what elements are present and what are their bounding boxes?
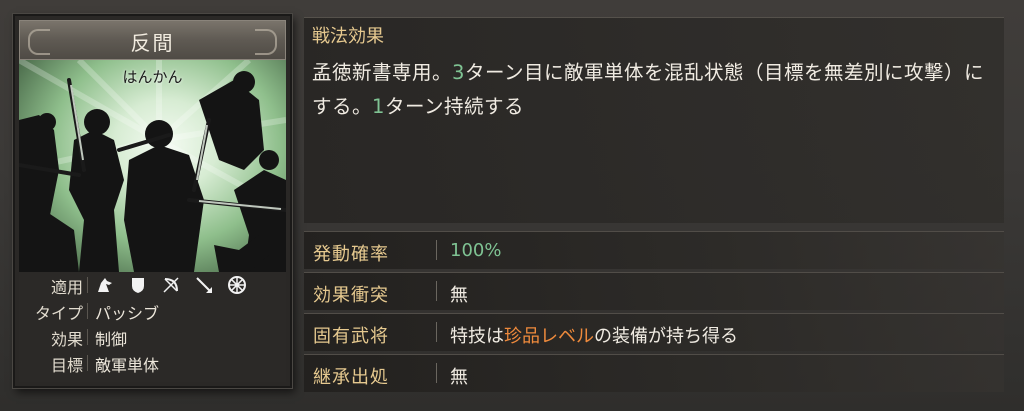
target-label: 目標 [50,356,83,375]
inheritance-source-label: 継承出処 [313,367,389,388]
warriors-silhouette-illustration [19,60,286,272]
inheritance-source-value: 無 [450,367,468,388]
divider [87,355,88,371]
divider [436,240,437,260]
activation-rate-label: 発動確率 [313,244,389,265]
duration-number: 1 [372,95,385,118]
divider [87,329,88,345]
info-row-effect: 効果 制御 [19,326,286,349]
skill-effect-panel: 戦法効果 孟徳新書専用。3ターン目に敵軍単体を混乱状態（目標を無差別に攻撃）にす… [304,17,1004,223]
card-title-banner: 反間 [19,20,286,60]
description-text: ターン持続する [384,95,524,118]
spear-icon [194,275,214,295]
stat-row-activation-rate: 発動確率 100% [304,231,1004,269]
divider [436,322,437,342]
info-row-type: タイプ パッシブ [19,300,286,323]
skill-name: 反間 [130,31,175,55]
info-row-target: 目標 敵軍単体 [19,352,286,375]
unique-general-text: 特技は [450,326,504,347]
effect-conflict-value: 無 [450,285,468,306]
skill-info-panel: 適用 タイプ パッシブ 効果 制御 目標 敵軍単体 [19,272,286,382]
skill-effect-description: 孟徳新書専用。3ターン目に敵軍単体を混乱状態（目標を無差別に攻撃）にする。1ター… [312,56,992,124]
info-row-applicable: 適用 [19,274,286,297]
divider [87,303,88,319]
type-label: タイプ [34,304,83,323]
rarity-highlight: 珍品レベル [504,326,594,347]
bow-icon [161,275,181,295]
activation-rate-value: 100% [450,240,502,261]
target-value: 敵軍単体 [95,356,160,375]
divider [436,363,437,383]
shield-icon [128,275,148,295]
description-text: 孟徳新書専用。 [312,61,453,84]
skill-card: 反間 はんかん 適用 タイプ パッシブ 効果 制御 目標 敵軍単体 [13,14,292,388]
skill-artwork: はんかん [19,60,286,272]
stat-row-effect-conflict: 効果衝突 無 [304,272,1004,310]
turn-number: 3 [452,61,465,84]
effect-value: 制御 [95,330,128,349]
divider [436,281,437,301]
divider [87,277,88,293]
applicable-label: 適用 [50,278,83,297]
stat-row-inheritance-source: 継承出処 無 [304,354,1004,392]
type-value: パッシブ [95,304,160,323]
cavalry-icon [95,275,115,295]
unique-general-label: 固有武将 [313,326,389,347]
skill-effect-heading: 戦法効果 [312,26,384,47]
unique-general-text: の装備が持ち得る [594,326,738,347]
effect-conflict-label: 効果衝突 [313,285,389,306]
stat-row-unique-general: 固有武将 特技は珍品レベルの装備が持ち得る [304,313,1004,351]
applicable-troop-icons [95,274,255,296]
wheel-icon [227,275,247,295]
unique-general-value: 特技は珍品レベルの装備が持ち得る [450,322,738,348]
effect-label: 効果 [50,330,83,349]
skill-name-reading: はんかん [122,68,183,86]
